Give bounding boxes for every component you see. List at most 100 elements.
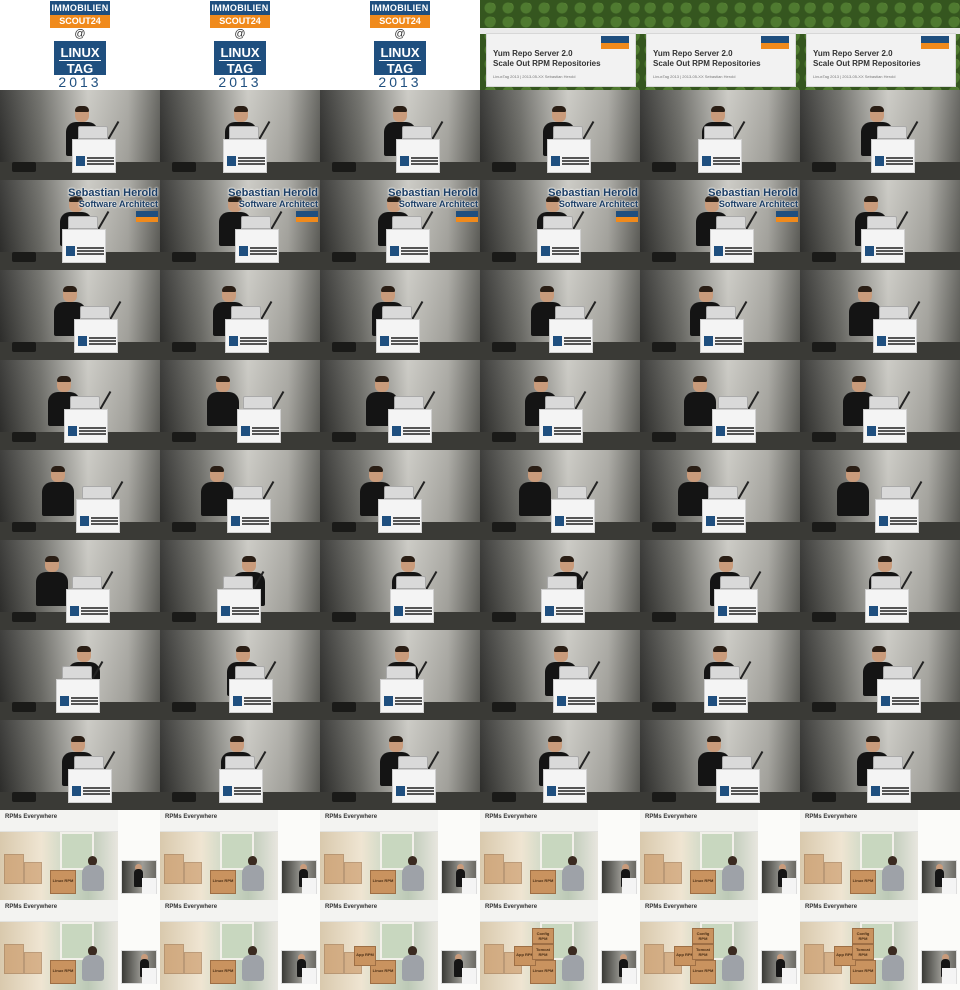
linuxtag-lectern-logo: [72, 786, 81, 796]
box-label-linux: Linux RPM: [212, 878, 234, 883]
linuxtag-logo: LINUX TAG: [374, 41, 426, 76]
speaker-frame: [800, 270, 960, 360]
stage-monitor: [492, 702, 516, 712]
speaker-frame: [640, 540, 800, 630]
linuxtag-lectern-logo: [547, 786, 556, 796]
lower-third: Sebastian Herold Software Architect: [548, 187, 638, 227]
slide-brand-logo: [601, 36, 629, 49]
woman-figure: [400, 946, 426, 982]
stage-monitor: [332, 702, 356, 712]
box-label-linux: Linux RPM: [852, 878, 874, 883]
lectern: [871, 139, 915, 173]
laptop: [398, 756, 428, 769]
speaker-role: Software Architect: [238, 199, 318, 209]
slide-heading: RPMs Everywhere: [805, 904, 858, 910]
linuxtag-logo: LINUX TAG: [54, 41, 106, 76]
at-sign: @: [394, 28, 406, 40]
stage-monitor: [332, 432, 356, 442]
at-sign: @: [74, 28, 86, 40]
linuxtag-lectern-logo: [702, 156, 711, 166]
laptop: [877, 126, 907, 139]
lectern: [702, 499, 746, 533]
lectern: [547, 139, 591, 173]
lectern: [390, 589, 434, 623]
lower-third: Sebastian Herold Software Architect: [708, 187, 798, 227]
lectern: [396, 139, 440, 173]
slide-heading: RPMs Everywhere: [165, 814, 218, 820]
speaker-frame: Sebastian Herold Software Architect: [160, 180, 320, 270]
linuxtag-lectern-logo: [227, 156, 236, 166]
lectern: [537, 229, 581, 263]
slide-title-card: Yum Repo Server 2.0 Scale Out RPM Reposi…: [486, 33, 636, 87]
speaker-name: Sebastian Herold: [388, 187, 478, 199]
lectern: [72, 139, 116, 173]
speaker-name: Sebastian Herold: [548, 187, 638, 199]
stage-monitor: [652, 162, 676, 172]
stage-monitor: [652, 432, 676, 442]
lectern: [56, 679, 100, 713]
stage-monitor: [652, 342, 676, 352]
lectern: [66, 589, 110, 623]
linuxtag-lectern-logo: [557, 696, 566, 706]
speaker-frame: [480, 450, 640, 540]
stage-monitor: [12, 702, 36, 712]
speaker-picture-in-picture: [761, 860, 797, 894]
slide-heading: RPMs Everywhere: [5, 904, 58, 910]
linuxtag-lectern-logo: [543, 426, 552, 436]
stage-monitor: [812, 522, 836, 532]
stage-monitor: [172, 792, 196, 802]
speaker-frame: [640, 270, 800, 360]
title-card-frame: IMMOBILIEN SCOUT24 @ LINUX TAG 2013: [0, 0, 160, 90]
stage-monitor: [492, 432, 516, 442]
lectern: [867, 769, 911, 803]
speaker-frame: [0, 540, 160, 630]
box-label-linux: Linux RPM: [372, 878, 394, 883]
speaker-name: Sebastian Herold: [68, 187, 158, 199]
speaker: [34, 556, 70, 616]
speaker-picture-in-picture: [761, 950, 797, 984]
speaker-frame: Sebastian Herold Software Architect: [320, 180, 480, 270]
rpm-slide-frame: Linux RPM App RPM Config RPM Tomcat RPM …: [800, 900, 960, 990]
lectern: [698, 139, 742, 173]
lectern: [539, 409, 583, 443]
at-sign: @: [234, 28, 246, 40]
laptop: [549, 756, 579, 769]
linuxtag-lectern-logo: [704, 336, 713, 346]
slide-header: RPMs Everywhere: [800, 900, 918, 922]
event-year: 2013: [218, 74, 262, 90]
laptop: [396, 576, 426, 589]
linuxtag-lectern-logo: [241, 426, 250, 436]
stage-monitor: [172, 342, 196, 352]
lower-third: Sebastian Herold Software Architect: [388, 187, 478, 227]
lectern: [861, 229, 905, 263]
linuxtag-lectern-logo: [76, 156, 85, 166]
rpm-slide-frame: Linux RPM App RPM Config RPM Tomcat RPM …: [640, 900, 800, 990]
speaker: [517, 466, 553, 526]
video-thumbnail-grid: IMMOBILIEN SCOUT24 @ LINUX TAG 2013 IMMO…: [0, 0, 960, 990]
slide-heading: RPMs Everywhere: [645, 814, 698, 820]
laptop: [545, 396, 575, 409]
linuxtag-lectern-logo: [877, 336, 886, 346]
speaker-frame: [320, 90, 480, 180]
title-card-frame: IMMOBILIEN SCOUT24 @ LINUX TAG 2013: [320, 0, 480, 90]
slide-header: RPMs Everywhere: [160, 900, 278, 922]
stage-monitor: [172, 522, 196, 532]
speaker-frame: [800, 360, 960, 450]
speaker-frame: [480, 90, 640, 180]
brand-logo-top: IMMOBILIEN: [50, 1, 110, 15]
linuxtag-lectern-logo: [60, 696, 69, 706]
speaker-frame: [800, 630, 960, 720]
slide-header: RPMs Everywhere: [480, 810, 598, 832]
rpm-slide-frame: Linux RPM RPMs Everywhere: [160, 810, 320, 900]
stage-monitor: [812, 342, 836, 352]
brand-logo-bottom: SCOUT24: [50, 15, 110, 28]
title-card-frame: IMMOBILIEN SCOUT24 @ LINUX TAG 2013: [160, 0, 320, 90]
laptop: [867, 216, 897, 229]
speaker-frame: [320, 450, 480, 540]
slide-subtitle: LinuxTag 2013 | 2013-05-XX Sebastian Her…: [493, 74, 576, 79]
laptop: [722, 756, 752, 769]
speaker-frame: [0, 450, 160, 540]
linuxtag-lectern-logo: [867, 426, 876, 436]
speaker-picture-in-picture: [281, 950, 317, 984]
speaker-frame: [160, 540, 320, 630]
